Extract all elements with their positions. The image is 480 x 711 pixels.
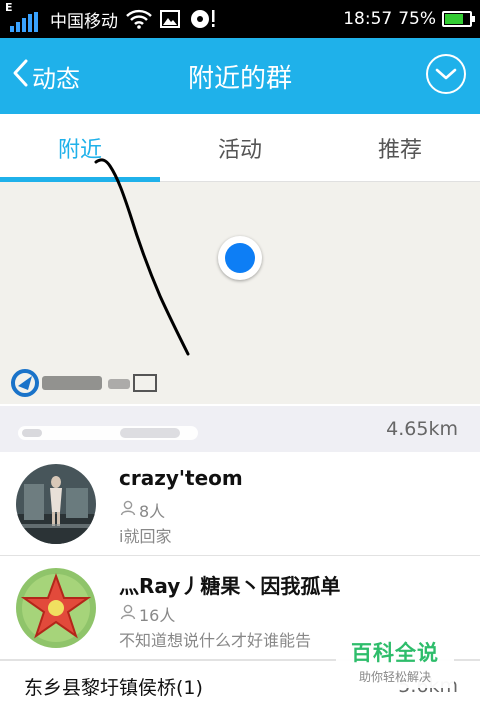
- member-count: 8人: [119, 498, 165, 522]
- network-type-indicator: E: [5, 1, 13, 14]
- chevron-left-icon: [10, 58, 30, 94]
- signal-icon: [10, 12, 38, 32]
- back-button[interactable]: 动态: [10, 38, 80, 114]
- sync-icon: [188, 8, 218, 30]
- back-label: 动态: [32, 64, 80, 93]
- group-name: 灬Ray丿糖果丶因我孤单: [119, 574, 341, 598]
- image-icon: [160, 10, 180, 28]
- chevron-down-circle-icon[interactable]: [426, 54, 466, 94]
- person-icon: [119, 603, 137, 625]
- location-name: 东乡县黎圩镇侯桥(1): [24, 677, 203, 699]
- wifi-icon: [126, 9, 152, 29]
- group-avatar: [16, 464, 96, 544]
- carrier-name: 中国移动: [50, 11, 118, 32]
- watermark: 百科全说 助你轻松解决: [336, 634, 454, 688]
- battery-percent: 75%: [398, 9, 436, 29]
- obscured-address: [18, 426, 198, 440]
- current-location-marker: [218, 236, 262, 280]
- watermark-subtitle: 助你轻松解决: [358, 670, 431, 684]
- status-bar: E 中国移动 18:57 75%: [0, 0, 480, 38]
- group-description: 不知道想说什么才好谁能告: [119, 631, 312, 650]
- group-name: crazy'teom: [119, 466, 243, 490]
- member-count: 16人: [119, 602, 175, 626]
- person-icon: [119, 499, 137, 521]
- clock: 18:57: [343, 9, 393, 29]
- location-distance: 4.65km: [386, 418, 458, 440]
- current-location-row[interactable]: 4.65km: [0, 406, 480, 452]
- tab-nearby[interactable]: 附近: [0, 114, 160, 182]
- map-logo: [10, 368, 170, 402]
- tab-bar: 附近 活动 推荐: [0, 114, 480, 182]
- member-count-text: 16人: [139, 606, 176, 625]
- group-avatar: [16, 568, 96, 648]
- title-bar: 动态 附近的群: [0, 38, 480, 114]
- battery-fill: [445, 14, 463, 24]
- tab-recommended[interactable]: 推荐: [320, 114, 480, 181]
- tab-activities[interactable]: 活动: [160, 114, 320, 181]
- group-list-item[interactable]: crazy'teom 8人 i就回家: [0, 452, 480, 556]
- group-description: i就回家: [119, 527, 172, 546]
- battery-icon: [442, 11, 475, 27]
- watermark-title: 百科全说: [351, 641, 439, 665]
- member-count-text: 8人: [139, 502, 166, 521]
